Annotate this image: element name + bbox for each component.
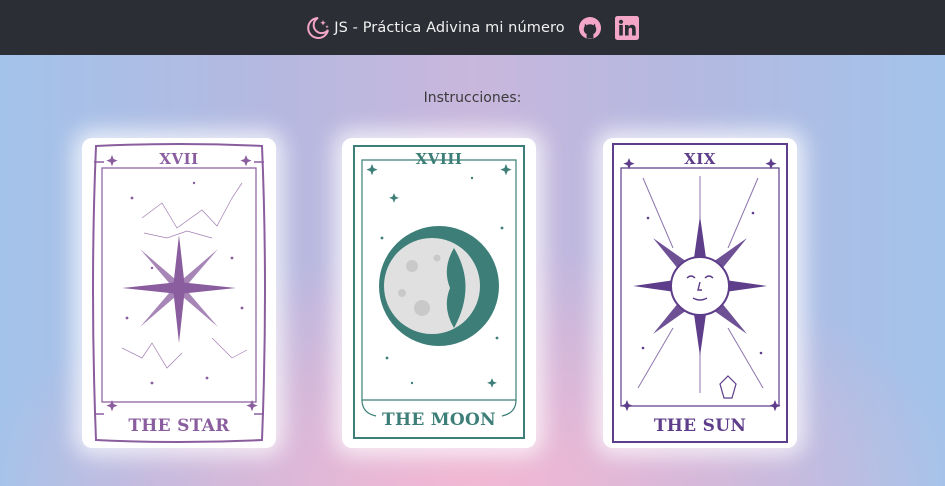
sun-card-illustration xyxy=(612,143,788,443)
moon-card-illustration xyxy=(353,145,525,439)
card-the-star[interactable]: XVII THE STAR xyxy=(82,138,276,448)
card-the-sun[interactable]: XIX THE SUN xyxy=(603,138,797,448)
card-name: THE STAR xyxy=(128,416,230,436)
brand: JS - Práctica Adivina mi número xyxy=(305,15,639,41)
page-title: JS - Práctica Adivina mi número xyxy=(334,19,565,36)
top-navbar: JS - Práctica Adivina mi número xyxy=(0,0,945,55)
card-the-moon[interactable]: XVIII THE MOON xyxy=(342,138,536,448)
card-numeral: XVIII xyxy=(415,150,463,168)
github-icon[interactable] xyxy=(577,15,603,41)
instructions-label: Instrucciones: xyxy=(423,90,522,106)
card-numeral: XVII xyxy=(159,150,199,168)
card-name: THE MOON xyxy=(382,410,496,430)
linkedin-icon[interactable] xyxy=(614,15,640,41)
star-card-illustration xyxy=(92,143,266,443)
moon-stars-icon xyxy=(305,15,331,41)
card-name: THE SUN xyxy=(653,416,747,436)
card-numeral: XIX xyxy=(684,150,716,168)
